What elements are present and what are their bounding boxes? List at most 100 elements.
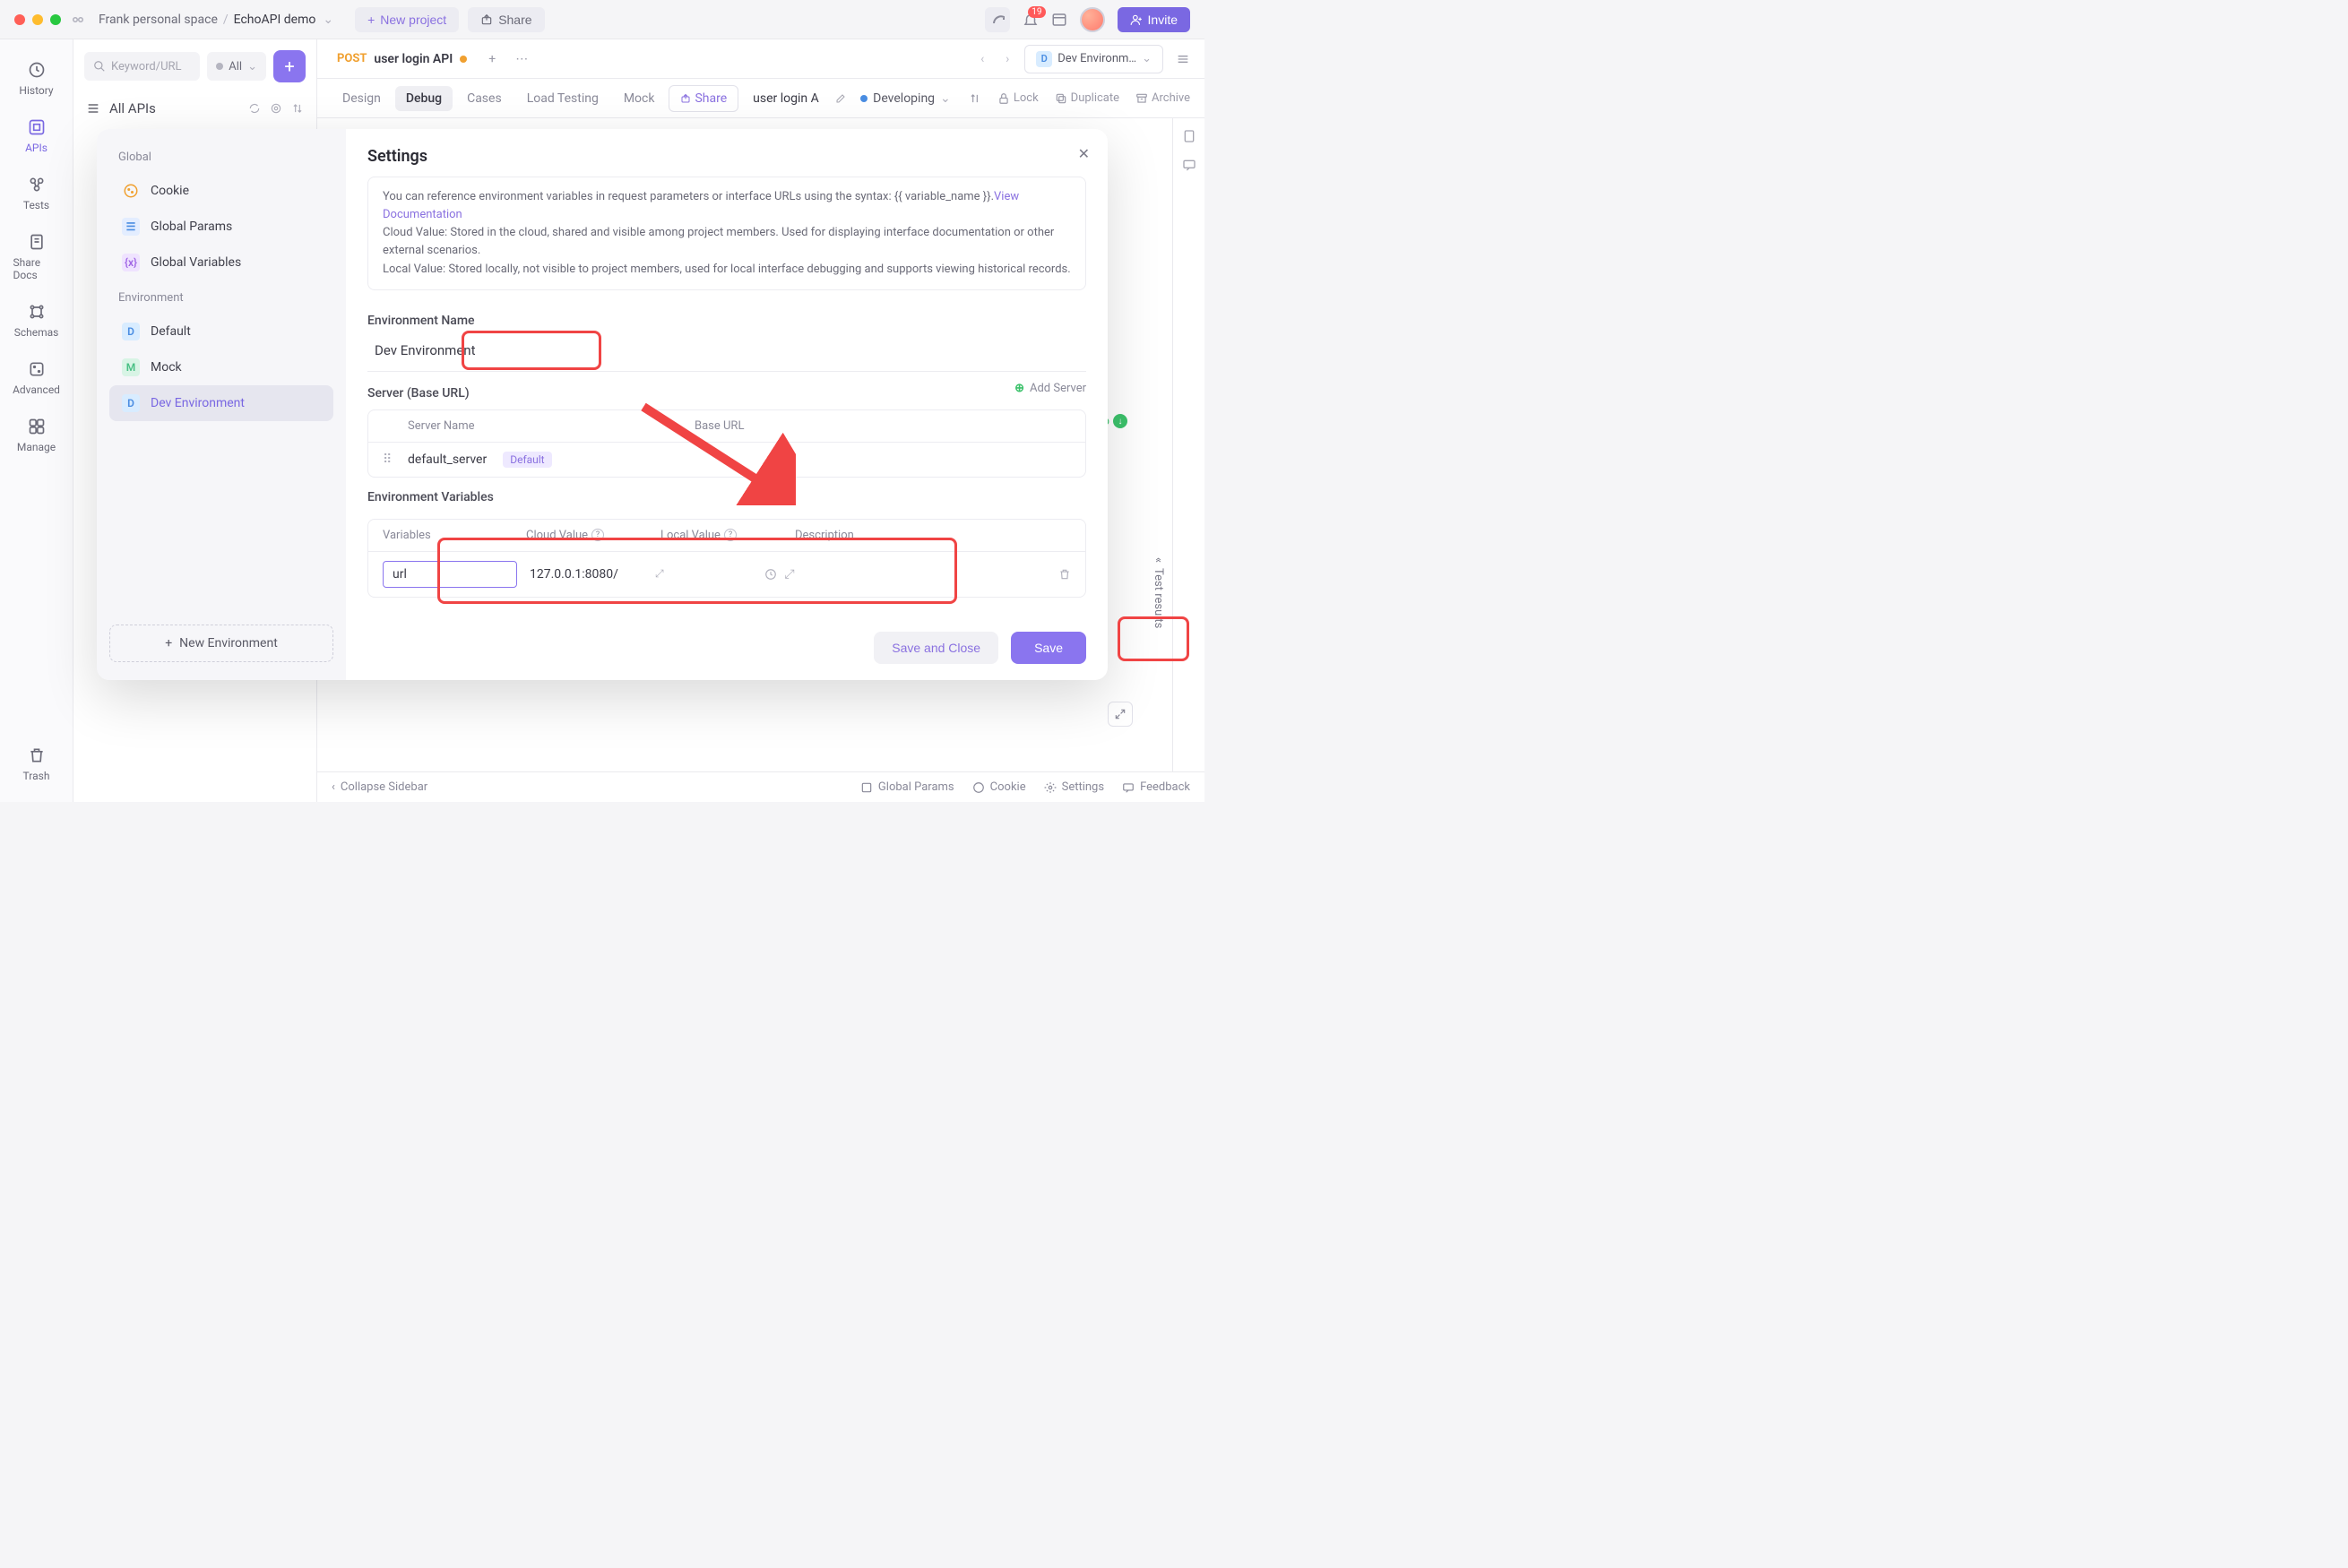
status-globalparams[interactable]: Global Params	[860, 780, 954, 794]
subtab-design[interactable]: Design	[332, 86, 392, 111]
expand-icon[interactable]: ⤢	[784, 567, 794, 582]
sync-icon[interactable]	[985, 7, 1010, 32]
expand-icon[interactable]: ⤢	[655, 567, 664, 581]
tests-icon	[26, 174, 47, 195]
status-feedback[interactable]: Feedback	[1122, 780, 1190, 794]
window-close[interactable]	[14, 14, 25, 25]
breadcrumb[interactable]: Frank personal space / EchoAPI demo ⌄	[99, 13, 333, 27]
nav-sharedocs[interactable]: Share Docs	[6, 224, 67, 289]
request-tab[interactable]: POST user login API	[328, 47, 476, 72]
side-default[interactable]: D Default	[109, 314, 333, 349]
col-variables: Variables	[383, 529, 526, 542]
nav-trash[interactable]: Trash	[6, 737, 67, 789]
nav-tests[interactable]: Tests	[6, 167, 67, 219]
api-name-field[interactable]: user login A	[753, 91, 828, 106]
environment-selector[interactable]: D Dev Environm… ⌄	[1024, 45, 1163, 73]
trash-icon	[26, 745, 47, 766]
edit-icon[interactable]	[835, 93, 846, 104]
search-input[interactable]: Keyword/URL	[84, 52, 200, 81]
add-api-button[interactable]: +	[273, 50, 306, 82]
sharedocs-icon	[26, 231, 47, 253]
variable-name-input[interactable]: url	[383, 561, 517, 588]
nav-history[interactable]: History	[6, 52, 67, 104]
tab-menu-button[interactable]: ⋯	[508, 48, 535, 70]
side-globalparams[interactable]: ☰ Global Params	[109, 209, 333, 245]
save-button[interactable]: Save	[1011, 632, 1086, 664]
plus-icon: +	[165, 636, 172, 650]
share-icon	[480, 13, 493, 26]
nav-apis[interactable]: APIs	[6, 109, 67, 161]
server-row[interactable]: ⠿ default_server Default ⋯	[368, 443, 1085, 477]
person-plus-icon	[1130, 13, 1143, 26]
status-dropdown[interactable]: Developing ⌄	[860, 91, 951, 106]
lock-action[interactable]: Lock	[997, 91, 1039, 105]
invite-button[interactable]: Invite	[1118, 7, 1190, 32]
env-name-label: Environment Name	[367, 314, 1086, 328]
close-icon[interactable]: ✕	[1078, 145, 1090, 162]
share-icon	[680, 93, 691, 104]
refresh-icon[interactable]	[248, 102, 261, 115]
tab-prev[interactable]: ‹	[974, 52, 990, 66]
cloud-value-input[interactable]: 127.0.0.1:8080/	[530, 567, 650, 582]
help-icon[interactable]: ?	[724, 529, 737, 541]
help-icon[interactable]: ?	[591, 529, 604, 541]
notification-badge: 19	[1028, 6, 1045, 18]
side-mock[interactable]: M Mock	[109, 349, 333, 385]
subtab-loadtesting[interactable]: Load Testing	[516, 86, 609, 111]
server-label: Server (Base URL)	[367, 386, 470, 401]
new-tab-button[interactable]: +	[481, 48, 503, 70]
cookie-icon	[122, 182, 140, 200]
subtab-mock[interactable]: Mock	[613, 86, 666, 111]
side-devenv[interactable]: D Dev Environment	[109, 385, 333, 421]
rail-cmt-icon[interactable]	[1182, 158, 1196, 172]
avatar[interactable]	[1080, 7, 1105, 32]
duplicate-action[interactable]: Duplicate	[1055, 91, 1119, 105]
search-icon	[93, 60, 106, 73]
tab-options-icon[interactable]	[1172, 48, 1194, 70]
envvars-label: Environment Variables	[367, 490, 1086, 504]
status-cookie[interactable]: Cookie	[972, 780, 1026, 794]
unsaved-indicator	[460, 56, 467, 63]
manage-icon	[26, 416, 47, 437]
filter-all[interactable]: All ⌄	[207, 52, 266, 81]
window-maximize[interactable]	[50, 14, 61, 25]
add-server-button[interactable]: ⊕ Add Server	[1014, 382, 1086, 395]
params-icon	[860, 781, 873, 794]
subtab-debug[interactable]: Debug	[395, 86, 453, 111]
nav-advanced[interactable]: Advanced	[6, 351, 67, 403]
share-top-button[interactable]: Share	[468, 7, 544, 32]
new-environment-button[interactable]: + New Environment	[109, 625, 333, 662]
window-minimize[interactable]	[32, 14, 43, 25]
subtab-cases[interactable]: Cases	[456, 86, 513, 111]
new-project-button[interactable]: + New project	[355, 7, 459, 32]
status-settings[interactable]: Settings	[1044, 780, 1104, 794]
save-and-close-button[interactable]: Save and Close	[874, 632, 998, 664]
history-icon[interactable]	[764, 568, 777, 581]
subtab-share[interactable]: Share	[669, 85, 738, 112]
drag-icon[interactable]: ⠿	[383, 452, 399, 467]
nav-schemas[interactable]: Schemas	[6, 294, 67, 346]
check-circle-icon: ↓	[1113, 414, 1127, 428]
delete-var-icon[interactable]	[1058, 568, 1071, 581]
notifications-button[interactable]: 19	[1023, 12, 1039, 28]
tab-next[interactable]: ›	[999, 52, 1015, 66]
status-dot-icon	[860, 95, 868, 102]
panel-icon[interactable]	[1051, 12, 1067, 28]
plus-icon: +	[367, 13, 375, 27]
archive-action[interactable]: Archive	[1135, 91, 1190, 105]
collapse-sidebar[interactable]: ‹ Collapse Sidebar	[332, 780, 427, 794]
server-row-menu[interactable]: ⋯	[722, 452, 735, 467]
side-cookie[interactable]: Cookie	[109, 173, 333, 209]
sort-icon[interactable]	[291, 102, 304, 115]
side-globalvars[interactable]: {x} Global Variables	[109, 245, 333, 280]
rail-doc-icon[interactable]	[1182, 129, 1196, 143]
nav-manage[interactable]: Manage	[6, 409, 67, 461]
expand-button[interactable]	[1108, 702, 1133, 727]
all-apis-row[interactable]: All APIs	[73, 93, 316, 124]
cookie-icon	[972, 781, 985, 794]
target-icon[interactable]	[270, 102, 282, 115]
dot-icon	[216, 63, 223, 70]
save-action[interactable]	[969, 92, 981, 105]
test-results-panel[interactable]: « Test results	[1152, 557, 1165, 629]
env-name-input[interactable]: Dev Environment	[367, 339, 483, 362]
